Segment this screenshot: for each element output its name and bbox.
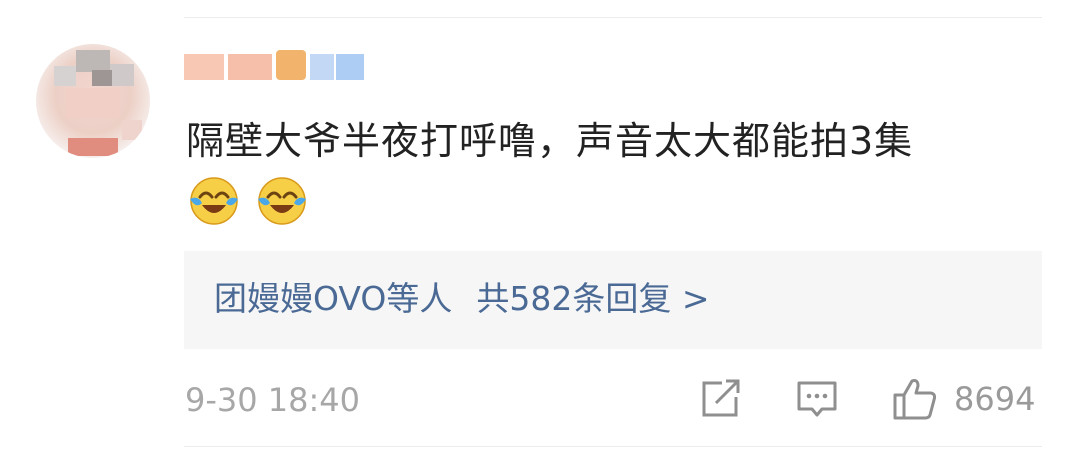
comment-icon xyxy=(797,381,837,417)
top-divider xyxy=(184,17,1042,18)
avatar-blur-block xyxy=(92,70,112,86)
username-blur-block xyxy=(184,54,224,80)
share-icon xyxy=(702,379,740,417)
reply-count: 共582条回复 > xyxy=(476,279,710,318)
bottom-divider xyxy=(184,446,1042,447)
timestamp: 9-30 18:40 xyxy=(185,381,361,419)
emoji-row xyxy=(188,175,308,227)
avatar-blur-block xyxy=(122,120,142,140)
replies-preview[interactable]: 团嫚嫚OVO等人 共582条回复 > xyxy=(184,251,1042,349)
avatar-blur-block xyxy=(54,66,76,86)
share-button[interactable] xyxy=(700,377,742,421)
avatar-blur-block xyxy=(76,50,110,72)
replies-link[interactable]: 团嫚嫚OVO等人 共582条回复 > xyxy=(214,273,710,325)
avatar-blur-block xyxy=(68,138,118,156)
avatar-blur-block xyxy=(66,88,120,118)
badge-blur-block xyxy=(310,54,334,80)
username-blur-block xyxy=(228,54,272,80)
avatar-blur-block xyxy=(110,64,134,86)
laugh-cry-icon xyxy=(190,177,238,225)
comment-text: 隔壁大爷半夜打呼噜，声音太大都能拍3集 xyxy=(186,119,914,163)
thumbs-up-icon xyxy=(893,379,937,420)
username-blurred[interactable] xyxy=(184,44,384,90)
avatar[interactable] xyxy=(36,44,150,158)
badge-blur-block xyxy=(276,50,306,80)
like-count: 8694 xyxy=(954,380,1036,418)
like-button[interactable]: 8694 xyxy=(892,377,1035,421)
laugh-cry-icon xyxy=(258,177,306,225)
comment-button[interactable] xyxy=(796,377,838,421)
reply-authors: 团嫚嫚OVO等人 xyxy=(214,279,453,318)
badge-blur-block xyxy=(336,54,364,80)
